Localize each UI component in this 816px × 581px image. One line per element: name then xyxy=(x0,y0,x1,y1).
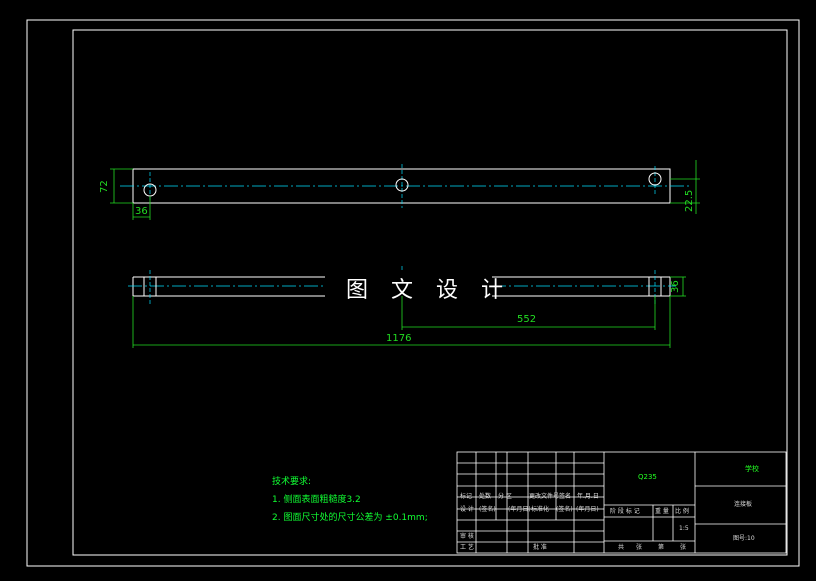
tb-scale: 1:5 xyxy=(679,525,689,532)
tb-row2-1: (签名) xyxy=(479,506,496,513)
dim-label-offset-right: 22.5 xyxy=(684,189,695,212)
tb-material: Q235 xyxy=(638,473,657,481)
tb-sheet-0: 共 xyxy=(618,544,625,551)
tb-row2-3: 标准化 xyxy=(531,506,550,513)
dim-label-hole-offset: 36 xyxy=(135,206,148,217)
notes-title: 技术要求: xyxy=(272,477,312,487)
tb-review: 审 核 xyxy=(460,533,474,540)
tb-sheet-3: 张 xyxy=(680,544,687,551)
dim-label-hole-spacing: 552 xyxy=(517,314,537,325)
tb-row2-5: (年月日) xyxy=(576,506,599,513)
dim-label-thickness: 36 xyxy=(670,280,681,293)
tb-header-4: 签名 xyxy=(559,493,572,500)
top-view xyxy=(110,160,700,220)
tb-row2-0: 设 计 xyxy=(460,506,474,513)
tb-header-0: 标记 xyxy=(460,493,473,500)
tb-stage-1: 重 量 xyxy=(655,508,669,515)
tb-header-2: 分 区 xyxy=(498,493,512,500)
tb-header-5: 年.月.日 xyxy=(577,493,599,500)
tb-header-1: 处数 xyxy=(479,493,492,500)
dim-label-height: 72 xyxy=(99,180,110,193)
tb-header-3: 更改文件号 xyxy=(529,493,560,500)
tb-row2-2: (年月日) xyxy=(508,506,531,513)
note-item-2: 2. 图面尺寸处的尺寸公差为 ±0.1mm; xyxy=(272,513,428,523)
tb-stage-0: 阶 段 标 记 xyxy=(610,508,640,515)
tb-approve: 批 准 xyxy=(533,544,547,551)
tb-process: 工 艺 xyxy=(460,544,474,551)
tb-sheet-1: 张 xyxy=(636,544,643,551)
tb-drawing-no: 图号:10 xyxy=(733,535,755,542)
tb-sheet-2: 第 xyxy=(658,544,665,551)
tb-stage-2: 比 例 xyxy=(675,508,689,515)
tb-row2-4: (签名) xyxy=(556,506,573,513)
dim-label-overall-length: 1176 xyxy=(386,333,412,344)
tb-part-name: 连接板 xyxy=(734,501,753,508)
note-item-1: 1. 侧面表面粗糙度3.2 xyxy=(272,495,361,505)
tb-company: 学校 xyxy=(745,465,759,473)
watermark-text: 图 文 设 计 xyxy=(346,278,511,303)
